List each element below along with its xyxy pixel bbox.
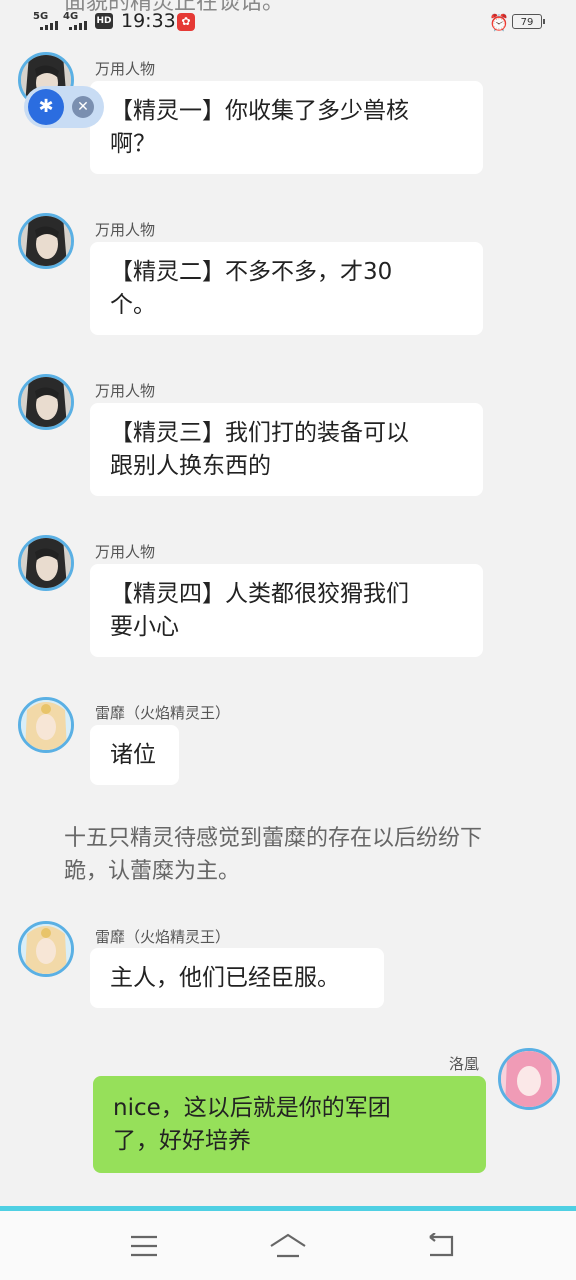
message-bubble[interactable]: 主人，他们已经臣服。 [90, 948, 384, 1008]
message-text: 主人，他们已经臣服。 [110, 965, 340, 991]
close-icon[interactable]: ✕ [72, 96, 94, 118]
message-text: 啊？ [110, 131, 156, 157]
message-text: 【精灵二】不多不多，才30 [110, 259, 393, 285]
sender-name: 雷靡（火焰精灵王） [95, 928, 231, 946]
signal-icon-2 [69, 21, 87, 30]
message-text: 【精灵一】你收集了多少兽核 [110, 98, 409, 124]
home-icon[interactable] [258, 1221, 318, 1271]
status-bar: 面貌的精灵正在谈话。 5G 4G HD 19:33 ✿ ⏰ 79 [0, 0, 576, 44]
message-text: nice，这以后就是你的军团 [113, 1095, 391, 1121]
notification-app-icon: ✿ [177, 13, 195, 31]
sender-name: 万用人物 [95, 382, 156, 400]
sender-name: 万用人物 [95, 221, 156, 239]
avatar[interactable] [18, 535, 74, 591]
message-bubble[interactable]: 【精灵一】你收集了多少兽核 啊？ [90, 81, 483, 174]
message-text: 跟别人换东西的 [110, 453, 271, 479]
clock: 19:33 [121, 10, 176, 32]
back-icon[interactable] [410, 1221, 470, 1271]
menu-icon[interactable] [114, 1221, 174, 1271]
my-sender-name: 洛凰 [449, 1055, 480, 1073]
avatar[interactable] [18, 921, 74, 977]
navigation-bar [0, 1211, 576, 1280]
my-avatar[interactable] [498, 1048, 560, 1110]
message-text: 了，好好培养 [113, 1128, 251, 1154]
message-text: 个。 [110, 292, 156, 318]
message-bubble[interactable]: 诸位 [90, 725, 179, 785]
message-text: 要小心 [110, 614, 179, 640]
battery-indicator: 79 [512, 14, 545, 29]
signal-icon [40, 21, 58, 30]
message-bubble[interactable]: 【精灵四】人类都很狡猾我们 要小心 [90, 564, 483, 657]
hd-voice-badge: HD [95, 13, 113, 29]
avatar[interactable] [18, 697, 74, 753]
alarm-icon: ⏰ [489, 13, 509, 32]
floating-tool-icon[interactable]: ✱ [28, 89, 64, 125]
narration-text: 十五只精灵待感觉到蕾糜的存在以后纷纷下跪，认蕾糜为主。 [64, 826, 483, 884]
message-text: 【精灵四】人类都很狡猾我们 [110, 581, 409, 607]
avatar[interactable] [18, 374, 74, 430]
sender-name: 万用人物 [95, 543, 156, 561]
message-bubble[interactable]: 【精灵二】不多不多，才30 个。 [90, 242, 483, 335]
my-message-bubble[interactable]: nice，这以后就是你的军团 了，好好培养 [93, 1076, 486, 1173]
sender-name: 万用人物 [95, 60, 156, 78]
sender-name: 雷靡（火焰精灵王） [95, 704, 231, 722]
avatar[interactable] [18, 213, 74, 269]
message-text: 【精灵三】我们打的装备可以 [110, 420, 409, 446]
message-bubble[interactable]: 【精灵三】我们打的装备可以 跟别人换东西的 [90, 403, 483, 496]
message-text: 诸位 [110, 742, 156, 768]
